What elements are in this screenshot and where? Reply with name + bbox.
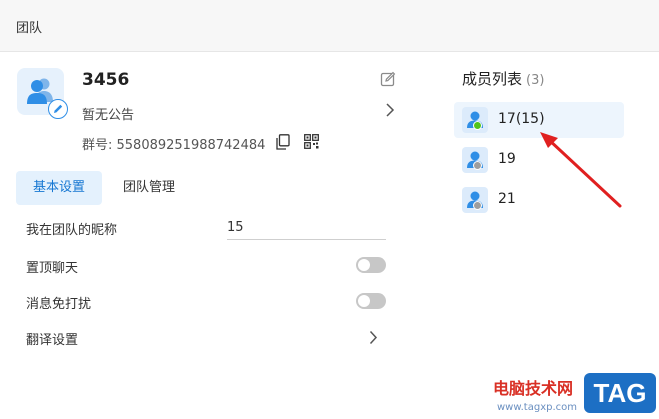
member-name: 17(15) bbox=[498, 111, 545, 127]
pin-chat-row: 置顶聊天 bbox=[26, 254, 386, 278]
member-list-panel: 成员列表 (3) 17(15) 19 21 bbox=[420, 52, 659, 419]
team-info-panel: 3456 暂无公告 群号: 558089251988742484 基本设置 团队… bbox=[0, 52, 420, 419]
chevron-right-icon[interactable] bbox=[385, 102, 395, 118]
team-name: 3456 bbox=[82, 70, 130, 90]
translate-settings-row[interactable]: 翻译设置 bbox=[26, 326, 386, 350]
tab-team-management[interactable]: 团队管理 bbox=[106, 171, 192, 205]
annotation-arrow bbox=[540, 132, 622, 208]
watermark-url: www.tagxp.com bbox=[497, 402, 577, 413]
team-notice[interactable]: 暂无公告 bbox=[82, 104, 134, 123]
nickname-row: 我在团队的昵称 bbox=[26, 216, 386, 240]
title-bar: 团队 bbox=[0, 0, 659, 52]
tab-basic-settings[interactable]: 基本设置 bbox=[16, 171, 102, 205]
group-number: 群号: 558089251988742484 bbox=[82, 138, 266, 153]
nickname-label: 我在团队的昵称 bbox=[26, 223, 118, 238]
member-count: (3) bbox=[526, 73, 545, 88]
offline-status-dot bbox=[473, 161, 482, 170]
pencil-icon bbox=[54, 104, 63, 113]
avatar-edit-badge[interactable] bbox=[48, 99, 68, 119]
member-list-title: 成员列表 (3) bbox=[462, 68, 544, 89]
watermark-tag-logo: TAG bbox=[584, 373, 656, 413]
online-status-dot bbox=[473, 121, 482, 130]
nickname-input[interactable] bbox=[227, 216, 386, 240]
toggle-knob bbox=[358, 295, 370, 307]
pin-chat-toggle[interactable] bbox=[356, 257, 386, 273]
mute-label: 消息免打扰 bbox=[26, 297, 92, 312]
chevron-right-icon bbox=[369, 330, 378, 345]
qr-code-icon[interactable] bbox=[304, 134, 319, 149]
member-name: 21 bbox=[498, 191, 516, 207]
toggle-knob bbox=[358, 259, 370, 271]
member-name: 19 bbox=[498, 151, 516, 167]
offline-status-dot bbox=[473, 201, 482, 210]
pin-chat-label: 置顶聊天 bbox=[26, 261, 79, 276]
mute-row: 消息免打扰 bbox=[26, 290, 386, 314]
mute-toggle[interactable] bbox=[356, 293, 386, 309]
translate-settings-label: 翻译设置 bbox=[26, 333, 79, 348]
edit-icon[interactable] bbox=[380, 71, 396, 87]
watermark-brand: 电脑技术网 bbox=[493, 379, 574, 398]
copy-icon[interactable] bbox=[276, 134, 290, 150]
window-title: 团队 bbox=[16, 21, 43, 36]
member-list-heading: 成员列表 bbox=[462, 70, 523, 88]
team-avatar[interactable] bbox=[17, 68, 68, 119]
